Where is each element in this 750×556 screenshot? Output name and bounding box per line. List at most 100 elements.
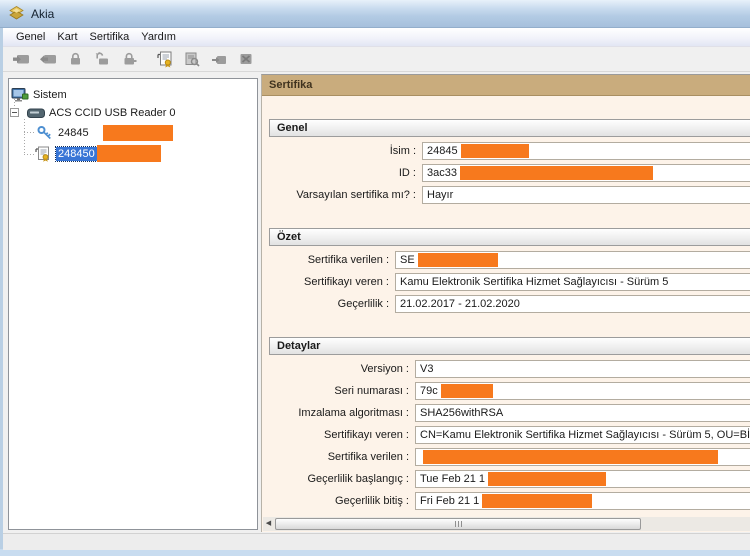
field-row: Sertifika verilen :SE	[269, 251, 750, 269]
redaction-overlay	[97, 145, 161, 162]
field-value: SE	[400, 254, 415, 266]
device-tree-panel[interactable]: Sistem ACS CCID USB Reader 0 24845	[8, 78, 258, 530]
field-value-box[interactable]	[415, 448, 750, 466]
field-label: Geçerlilik başlangıç :	[269, 473, 415, 485]
key-icon	[36, 125, 54, 141]
login-icon	[67, 51, 83, 67]
redaction-overlay	[418, 253, 498, 267]
tree-node-label: 24845	[58, 127, 89, 139]
field-row: Geçerlilik bitiş : Fri Feb 21 1	[269, 492, 750, 510]
field-value: CN=Kamu Elektronik Sertifika Hizmet Sağl…	[420, 429, 750, 441]
redaction-overlay	[103, 125, 173, 141]
akia-window: Akia GenelKartSertifikaYardım Sistem	[0, 0, 750, 556]
redaction-overlay	[461, 144, 529, 158]
delete-certificate-button[interactable]	[232, 47, 259, 71]
field-label: Versiyon :	[269, 363, 415, 375]
menu-bar: GenelKartSertifikaYardım	[3, 28, 750, 47]
field-value: 79c	[420, 385, 438, 397]
field-value: Tue Feb 21 1	[420, 473, 485, 485]
tree-node-reader[interactable]: ACS CCID USB Reader 0	[27, 104, 176, 121]
change-pin-button[interactable]	[88, 47, 115, 71]
field-value-box[interactable]: Hayır	[422, 186, 750, 204]
menu-item-genel[interactable]: Genel	[10, 28, 51, 47]
change-pin-icon	[94, 51, 110, 67]
menu-item-sertifika[interactable]: Sertifika	[84, 28, 136, 47]
app-icon	[8, 5, 25, 22]
field-value-box[interactable]: Fri Feb 21 1	[415, 492, 750, 510]
section-header: Detaylar	[269, 337, 750, 355]
field-label: Geçerlilik :	[269, 298, 395, 310]
field-value-box[interactable]: CN=Kamu Elektronik Sertifika Hizmet Sağl…	[415, 426, 750, 444]
tree-node-key[interactable]: 24845	[36, 124, 173, 141]
field-row: Varsayılan sertifika mı? : Hayır	[269, 186, 750, 204]
insert-card-button[interactable]	[7, 47, 34, 71]
window-frame-left	[0, 28, 3, 556]
tree-node-label-selected: 248450	[56, 147, 97, 161]
field-label: ID :	[269, 167, 422, 179]
insert-card-icon	[12, 51, 30, 67]
menu-item-yardım[interactable]: Yardım	[135, 28, 182, 47]
field-value: Kamu Elektronik Sertifika Hizmet Sağlayı…	[400, 276, 668, 288]
computer-icon	[11, 87, 29, 103]
panel-title: Sertifika	[262, 75, 750, 96]
field-value: 24845	[427, 145, 458, 157]
import-certificate-button[interactable]	[205, 47, 232, 71]
section-detaylar: Detaylar Versiyon :V3 Seri numarası :79c Im…	[269, 337, 750, 510]
collapse-expander[interactable]	[10, 108, 19, 117]
redaction-overlay	[482, 494, 592, 508]
field-row: Versiyon :V3	[269, 360, 750, 378]
scroll-left-arrow-icon[interactable]: ◀	[263, 517, 274, 531]
inspect-certificate-icon	[183, 51, 201, 67]
field-row: Geçerlilik : 21.02.2017 - 21.02.2020	[269, 295, 750, 313]
toolbar	[3, 47, 750, 72]
field-row: Seri numarası :79c	[269, 382, 750, 400]
window-frame-bottom	[0, 549, 750, 556]
field-label: Imzalama algoritması :	[269, 407, 415, 419]
field-value-box[interactable]: 21.02.2017 - 21.02.2020	[395, 295, 750, 313]
field-value-box[interactable]: 3ac33	[422, 164, 750, 182]
field-label: Sertifikayı veren :	[269, 276, 395, 288]
remove-card-icon	[39, 51, 57, 67]
view-certificate-button[interactable]	[151, 47, 178, 71]
field-value-box[interactable]: 24845	[422, 142, 750, 160]
certificate-icon	[34, 146, 52, 162]
redaction-overlay	[460, 166, 653, 180]
field-value-box[interactable]: Kamu Elektronik Sertifika Hizmet Sağlayı…	[395, 273, 750, 291]
field-row: Imzalama algoritması : SHA256withRSA	[269, 404, 750, 422]
scrollbar-thumb[interactable]	[275, 518, 641, 530]
menu-item-kart[interactable]: Kart	[51, 28, 83, 47]
horizontal-scrollbar[interactable]: ◀	[263, 517, 750, 531]
import-certificate-icon	[211, 51, 227, 67]
field-row: Sertifika verilen :	[269, 448, 750, 466]
field-label: Varsayılan sertifika mı? :	[269, 189, 422, 201]
title-bar[interactable]: Akia	[0, 0, 750, 28]
field-value-box[interactable]: 79c	[415, 382, 750, 400]
field-value: 21.02.2017 - 21.02.2020	[400, 298, 520, 310]
inspect-certificate-button[interactable]	[178, 47, 205, 71]
field-value: SHA256withRSA	[420, 407, 503, 419]
tree-node-system[interactable]: Sistem	[11, 86, 67, 103]
section-header: Genel	[269, 119, 750, 137]
field-label: Sertifika verilen :	[269, 451, 415, 463]
redaction-overlay	[441, 384, 493, 398]
field-label: Geçerlilik bitiş :	[269, 495, 415, 507]
tree-connector	[24, 119, 25, 155]
tree-node-certificate[interactable]: 248450	[34, 145, 161, 162]
logout-button[interactable]	[115, 47, 142, 71]
field-value-box[interactable]: V3	[415, 360, 750, 378]
field-row: Geçerlilik başlangıç : Tue Feb 21 1	[269, 470, 750, 488]
field-value: Hayır	[427, 189, 453, 201]
logout-icon	[121, 51, 137, 67]
window-title: Akia	[31, 7, 54, 21]
field-value-box[interactable]: SHA256withRSA	[415, 404, 750, 422]
card-reader-icon	[27, 105, 45, 121]
field-value-box[interactable]: Tue Feb 21 1	[415, 470, 750, 488]
certificate-panel: Sertifika Genelİsim :24845ID :3ac33Varsa…	[261, 74, 750, 532]
section-header: Özet	[269, 228, 750, 246]
field-value: Fri Feb 21 1	[420, 495, 479, 507]
login-button[interactable]	[61, 47, 88, 71]
tree-node-label: ACS CCID USB Reader 0	[49, 107, 176, 119]
field-value-box[interactable]: SE	[395, 251, 750, 269]
field-row: ID :3ac33	[269, 164, 750, 182]
remove-card-button[interactable]	[34, 47, 61, 71]
